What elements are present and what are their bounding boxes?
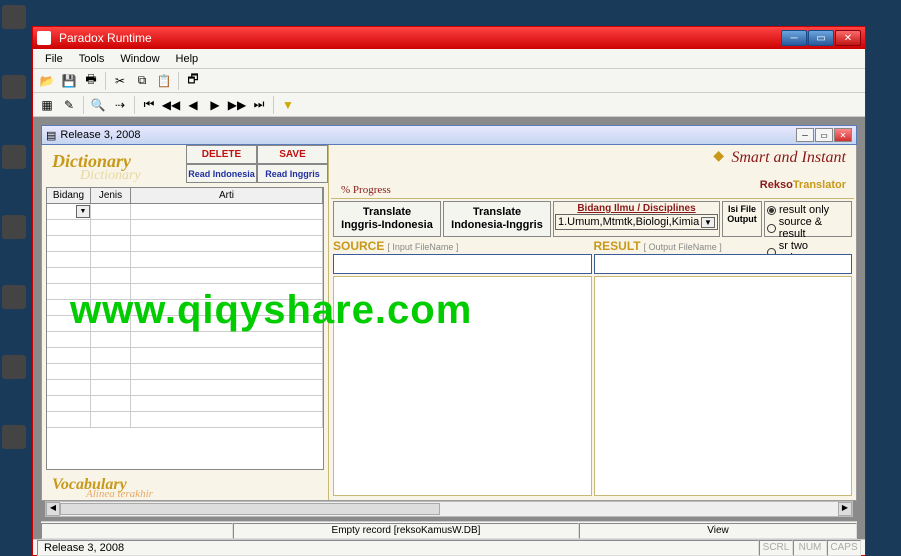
copy-icon[interactable]: ⧉: [132, 71, 152, 91]
text-areas: [331, 274, 854, 498]
filter-icon[interactable]: ▼: [278, 95, 298, 115]
window-title: Paradox Runtime: [55, 31, 781, 45]
translate-en-id-button[interactable]: TranslateInggris-Indonesia: [333, 201, 441, 237]
io-labels: SOURCE [ Input FileName ] RESULT [ Outpu…: [331, 239, 854, 274]
toolbar-main: 📂 💾 🖶 ✂ ⧉ 📋 🗗: [33, 69, 865, 93]
output-options: result only source & result sr two colum…: [764, 201, 852, 237]
close-button[interactable]: ✕: [835, 30, 861, 46]
child-window-titlebar[interactable]: ▤ Release 3, 2008 ─ ▭ ✕: [41, 125, 857, 145]
source-textarea[interactable]: [333, 276, 592, 496]
radio-source-result[interactable]: source & result: [767, 216, 849, 240]
design-icon[interactable]: ▦: [37, 95, 57, 115]
status-scrl: SCRL: [759, 540, 793, 556]
diamond-icon: ◆: [713, 147, 724, 164]
maximize-button[interactable]: ▭: [808, 30, 834, 46]
child-window-title: Release 3, 2008: [60, 129, 796, 141]
menu-file[interactable]: File: [37, 51, 71, 67]
result-filename-input[interactable]: [594, 254, 853, 274]
toolbar-nav: ▦ ✎ 🔍 ⇢ ⏮ ◀◀ ◀ ▶ ▶▶ ⏭ ▼: [33, 93, 865, 117]
progress-label: % Progress: [341, 184, 391, 196]
desktop-icons: [0, 0, 30, 556]
discipline-group: Bidang Ilmu / Disciplines 1.Umum,Mtmtk,B…: [553, 201, 720, 237]
read-indonesia-button[interactable]: Read Indonesia: [186, 164, 257, 183]
mdi-client: ▤ Release 3, 2008 ─ ▭ ✕ Dictionary Dicti…: [33, 117, 865, 539]
menu-tools[interactable]: Tools: [71, 51, 113, 67]
dictionary-panel: Dictionary Dictionary DELETE SAVE Read I…: [42, 145, 329, 500]
dictionary-heading: Dictionary Dictionary: [42, 145, 186, 183]
output-label: Isi File Output: [722, 201, 762, 237]
scroll-left-icon[interactable]: ◀: [46, 502, 60, 516]
child-close-button[interactable]: ✕: [834, 128, 852, 142]
first-icon[interactable]: ⏮: [139, 95, 159, 115]
titlebar[interactable]: Paradox Runtime ─ ▭ ✕: [33, 27, 865, 49]
chevron-down-icon[interactable]: ▼: [701, 217, 715, 228]
radio-result-only[interactable]: result only: [767, 204, 849, 216]
save-button[interactable]: SAVE: [257, 145, 328, 164]
restore-icon[interactable]: 🗗: [183, 71, 203, 91]
status-release: Release 3, 2008: [37, 540, 759, 556]
minimize-button[interactable]: ─: [781, 30, 807, 46]
controls-row: TranslateInggris-Indonesia TranslateIndo…: [331, 199, 854, 239]
menu-window[interactable]: Window: [112, 51, 167, 67]
scroll-thumb[interactable]: [60, 503, 440, 515]
last-icon[interactable]: ⏭: [249, 95, 269, 115]
dictionary-grid[interactable]: Bidang Jenis Arti ▼: [46, 187, 324, 470]
read-inggris-button[interactable]: Read Inggris: [257, 164, 328, 183]
edit-icon[interactable]: ✎: [59, 95, 79, 115]
app-area: Dictionary Dictionary DELETE SAVE Read I…: [41, 145, 857, 501]
prev-icon[interactable]: ◀: [183, 95, 203, 115]
paste-icon[interactable]: 📋: [154, 71, 174, 91]
main-window: Paradox Runtime ─ ▭ ✕ File Tools Window …: [32, 26, 866, 556]
next-icon[interactable]: ▶: [205, 95, 225, 115]
main-statusbar: Release 3, 2008 SCRL NUM CAPS: [33, 539, 865, 555]
source-label: SOURCE: [333, 239, 384, 253]
status-num: NUM: [793, 540, 827, 556]
child-minimize-button[interactable]: ─: [796, 128, 814, 142]
child-restore-button[interactable]: ▭: [815, 128, 833, 142]
search-icon[interactable]: 🔍: [88, 95, 108, 115]
status-view: View: [579, 523, 857, 539]
brand-name: ReksoTranslator: [760, 163, 846, 195]
result-label: RESULT: [594, 239, 641, 253]
status-record: Empty record [reksoKamusW.DB]: [233, 523, 579, 539]
menu-help[interactable]: Help: [168, 51, 207, 67]
result-textarea[interactable]: [594, 276, 853, 496]
locate-icon[interactable]: ⇢: [110, 95, 130, 115]
cut-icon[interactable]: ✂: [110, 71, 130, 91]
child-statusbar: Empty record [reksoKamusW.DB] View: [41, 521, 857, 539]
print-icon[interactable]: 🖶: [81, 71, 101, 91]
status-caps: CAPS: [827, 540, 861, 556]
discipline-select[interactable]: 1.Umum,Mtmtk,Biologi,Kimia ▼: [555, 214, 718, 230]
doc-icon: ▤: [46, 129, 56, 142]
col-bidang[interactable]: Bidang: [47, 188, 91, 203]
prev-set-icon[interactable]: ◀◀: [161, 95, 181, 115]
col-arti[interactable]: Arti: [131, 188, 323, 203]
delete-button[interactable]: DELETE: [186, 145, 257, 164]
horizontal-scrollbar[interactable]: ◀ ▶: [45, 501, 853, 517]
table-row[interactable]: ▼: [47, 204, 323, 220]
save-icon[interactable]: 💾: [59, 71, 79, 91]
col-jenis[interactable]: Jenis: [91, 188, 131, 203]
brand-area: ◆ Smart and Instant ReksoTranslator % Pr…: [331, 147, 854, 199]
translate-id-en-button[interactable]: TranslateIndonesia-Inggris: [443, 201, 551, 237]
source-filename-input[interactable]: [333, 254, 592, 274]
vocabulary-heading: Vocabulary Alinea terakhir: [42, 474, 328, 500]
chevron-down-icon[interactable]: ▼: [76, 205, 90, 218]
menubar: File Tools Window Help: [33, 49, 865, 69]
discipline-label: Bidang Ilmu / Disciplines: [555, 203, 718, 214]
scroll-right-icon[interactable]: ▶: [838, 502, 852, 516]
next-set-icon[interactable]: ▶▶: [227, 95, 247, 115]
open-icon[interactable]: 📂: [37, 71, 57, 91]
app-icon: [37, 31, 51, 45]
translator-panel: ◆ Smart and Instant ReksoTranslator % Pr…: [329, 145, 856, 500]
